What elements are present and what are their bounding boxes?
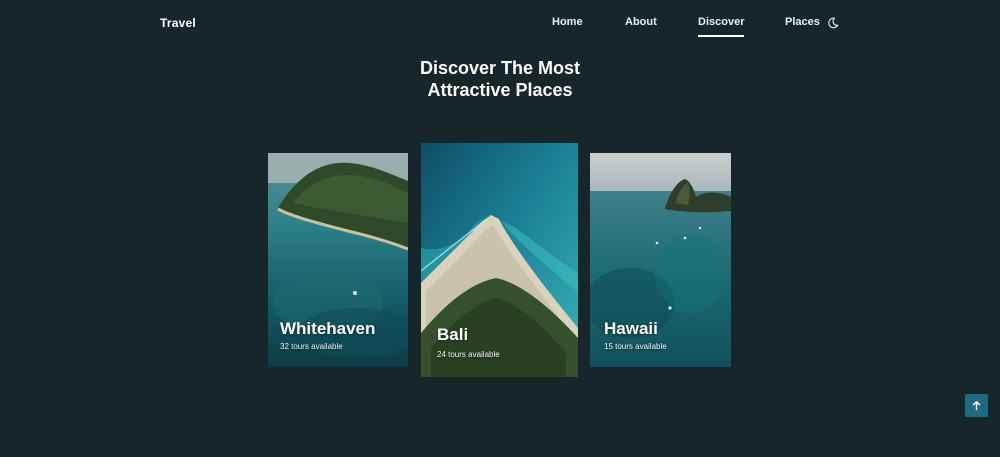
- scroll-top-button[interactable]: [965, 394, 988, 417]
- nav-menu: Home About Discover Places: [0, 16, 1000, 40]
- place-card-bali[interactable]: Bali 24 tours available: [421, 143, 578, 377]
- section-title: Discover The Most Attractive Places: [0, 57, 1000, 101]
- header: Travel Home About Discover Places: [0, 0, 1000, 44]
- moon-icon[interactable]: [827, 16, 839, 29]
- section-title-line1: Discover The Most: [419, 58, 581, 78]
- card-title: Hawaii: [604, 319, 658, 338]
- place-card-hawaii[interactable]: Hawaii 15 tours available: [590, 153, 731, 367]
- nav-item-places[interactable]: Places: [785, 16, 820, 28]
- card-tours-count: 15 tours available: [604, 342, 667, 351]
- arrow-up-icon: [972, 401, 981, 411]
- nav-item-discover[interactable]: Discover: [698, 16, 745, 37]
- card-tours-count: 32 tours available: [280, 342, 343, 351]
- nav-item-home[interactable]: Home: [552, 16, 583, 28]
- card-title: Bali: [437, 325, 469, 344]
- section-title-line2: Attractive Places: [427, 80, 573, 100]
- card-title: Whitehaven: [280, 319, 376, 338]
- card-tours-count: 24 tours available: [437, 350, 500, 359]
- place-card-whitehaven[interactable]: Whitehaven 32 tours available: [268, 153, 408, 367]
- nav-item-about[interactable]: About: [625, 16, 657, 28]
